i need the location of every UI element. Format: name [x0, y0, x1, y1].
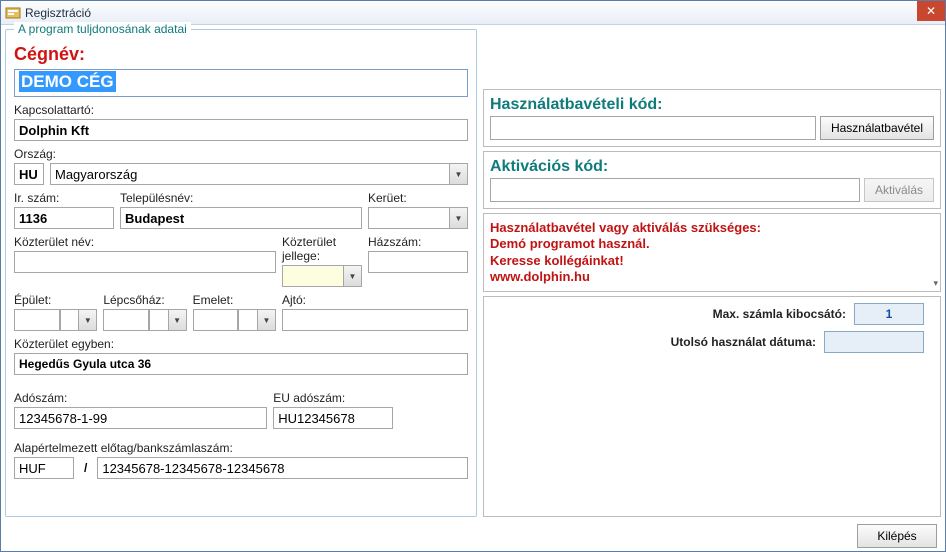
street-label: Közterület név:	[14, 235, 276, 249]
country-label: Ország:	[14, 147, 468, 161]
chevron-down-icon: ▼	[78, 310, 96, 330]
street-type-label: Közterület jellege:	[282, 235, 362, 263]
info-box: Max. számla kibocsátó: 1 Utolsó használa…	[483, 296, 941, 517]
eutax-label: EU adószám:	[273, 391, 468, 405]
chevron-down-icon: ▼	[449, 164, 467, 184]
usage-code-label: Használatbavételi kód:	[490, 96, 934, 114]
footer: Kilépés	[1, 521, 945, 551]
warn-line1: Használatbavétel vagy aktiválás szüksége…	[490, 220, 934, 236]
city-input[interactable]	[120, 207, 362, 229]
right-panel: Használatbavételi kód: Használatbavétel …	[477, 29, 941, 517]
country-name: Magyarország	[51, 167, 449, 182]
city-label: Településnév:	[120, 191, 362, 205]
country-code-input[interactable]	[14, 163, 44, 185]
last-use-label: Utolsó használat dátuma:	[671, 335, 816, 349]
chevron-down-icon: ▼	[343, 266, 361, 286]
chevron-down-icon: ▼	[168, 310, 186, 330]
floor-label: Emelet:	[193, 293, 276, 307]
zip-label: Ir. szám:	[14, 191, 114, 205]
fieldset-legend: A program tuljdonosának adatai	[14, 22, 191, 36]
company-input[interactable]: DEMO CÉG	[14, 69, 468, 97]
activation-label: Aktivációs kód:	[490, 158, 934, 176]
floor-input[interactable]	[193, 309, 239, 331]
door-input[interactable]	[282, 309, 468, 331]
activation-button: Aktiválás	[864, 178, 934, 202]
building-combo[interactable]: ▼	[60, 309, 97, 331]
house-input[interactable]	[368, 251, 468, 273]
eutax-input[interactable]	[273, 407, 393, 429]
chevron-down-icon: ▼	[449, 208, 467, 228]
stair-label: Lépcsőház:	[103, 293, 186, 307]
floor-combo[interactable]: ▼	[238, 309, 275, 331]
warn-line2: Demó programot használ.	[490, 236, 934, 252]
chevron-down-icon: ▼	[257, 310, 275, 330]
activation-box: Aktivációs kód: Aktiválás	[483, 151, 941, 209]
bank-prefix-input[interactable]	[14, 457, 74, 479]
contact-label: Kapcsolattartó:	[14, 103, 468, 117]
door-label: Ajtó:	[282, 293, 468, 307]
tax-input[interactable]	[14, 407, 267, 429]
district-label: Kerüet:	[368, 191, 468, 205]
close-icon: ✕	[926, 4, 936, 18]
scroll-indicator-icon: ▾	[933, 278, 938, 289]
fulladdr-label: Közterület egyben:	[14, 337, 468, 351]
zip-input[interactable]	[14, 207, 114, 229]
last-use-value	[824, 331, 924, 353]
street-type-combo[interactable]: ▼	[282, 265, 362, 287]
warn-line4: www.dolphin.hu	[490, 269, 934, 285]
slash-separator: /	[84, 461, 87, 475]
bank-label: Alapértelmezett előtag/bankszámlaszám:	[14, 441, 468, 455]
max-issuer-label: Max. számla kibocsátó:	[713, 307, 846, 321]
street-input[interactable]	[14, 251, 276, 273]
building-label: Épület:	[14, 293, 97, 307]
district-combo[interactable]: ▼	[368, 207, 468, 229]
company-value: DEMO CÉG	[19, 71, 116, 92]
usage-button[interactable]: Használatbavétel	[820, 116, 934, 140]
warn-line3: Keresse kollégáinkat!	[490, 253, 934, 269]
close-button[interactable]: ✕	[917, 1, 945, 21]
usage-code-box: Használatbavételi kód: Használatbavétel	[483, 89, 941, 147]
fulladdr-display: Hegedűs Gyula utca 36	[14, 353, 468, 375]
tax-label: Adószám:	[14, 391, 267, 405]
stair-input[interactable]	[103, 309, 149, 331]
window-title: Regisztráció	[25, 6, 91, 20]
company-label: Cégnév:	[14, 44, 468, 65]
stair-combo[interactable]: ▼	[149, 309, 186, 331]
app-icon	[5, 5, 21, 21]
exit-button[interactable]: Kilépés	[857, 524, 937, 548]
usage-code-input[interactable]	[490, 116, 816, 140]
building-input[interactable]	[14, 309, 60, 331]
warning-box: Használatbavétel vagy aktiválás szüksége…	[483, 213, 941, 292]
bank-input[interactable]	[97, 457, 468, 479]
owner-data-fieldset: A program tuljdonosának adatai Cégnév: D…	[5, 29, 477, 517]
activation-input[interactable]	[490, 178, 860, 202]
house-label: Házszám:	[368, 235, 468, 249]
country-combo[interactable]: Magyarország ▼	[50, 163, 468, 185]
max-issuer-value: 1	[854, 303, 924, 325]
contact-input[interactable]	[14, 119, 468, 141]
